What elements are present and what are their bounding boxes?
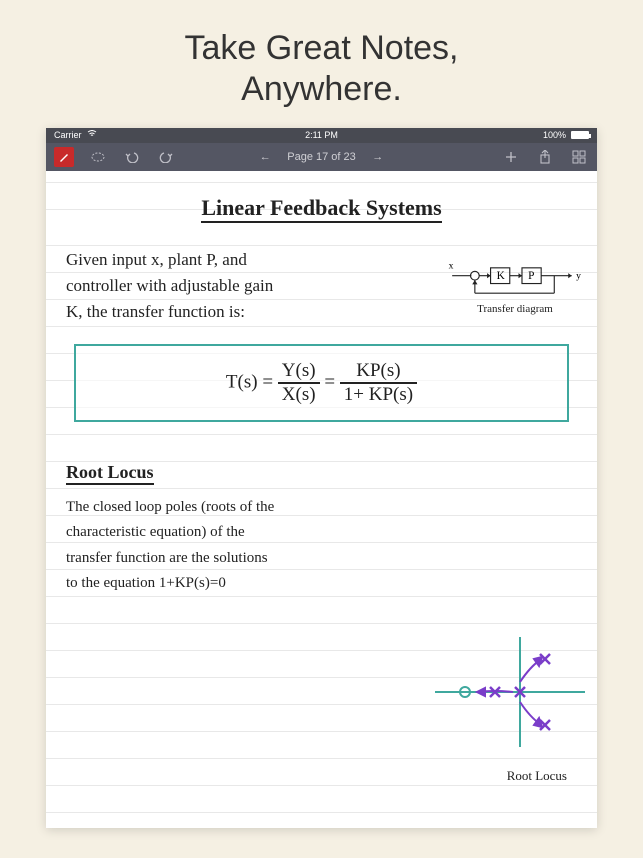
note-title: Linear Feedback Systems xyxy=(201,195,441,223)
rl-line4: to the equation 1+KP(s)=0 xyxy=(66,571,386,597)
promo-line2: Anywhere. xyxy=(0,69,643,110)
formula-rhs-num: KP(s) xyxy=(340,360,417,384)
block-diagram-svg: x K P y xyxy=(445,253,585,301)
root-locus-paragraph: The closed loop poles (roots of the char… xyxy=(66,495,386,597)
undo-button[interactable] xyxy=(122,147,142,167)
diagram-k-label: K xyxy=(497,270,506,282)
equals-sign-2: = xyxy=(324,371,339,392)
formula-box: T(s) = Y(s) X(s) = KP(s) 1+ KP(s) xyxy=(74,344,569,422)
root-locus-label: Root Locus xyxy=(507,768,567,784)
diagram-p-label: P xyxy=(528,270,534,282)
carrier-label: Carrier xyxy=(54,130,82,140)
toolbar: ← Page 17 of 23 → xyxy=(46,143,597,171)
next-page-button[interactable]: → xyxy=(368,147,388,167)
rl-line2: characteristic equation) of the xyxy=(66,520,386,546)
formula-mid-num: Y(s) xyxy=(278,360,320,384)
diagram-x-label: x xyxy=(449,260,454,271)
share-button[interactable] xyxy=(535,147,555,167)
grid-view-button[interactable] xyxy=(569,147,589,167)
pen-tool-button[interactable] xyxy=(54,147,74,167)
promo-heading: Take Great Notes, Anywhere. xyxy=(0,0,643,128)
intro-paragraph: Given input x, plant P, and controller w… xyxy=(66,247,376,326)
lasso-tool-button[interactable] xyxy=(88,147,108,167)
intro-line1: Given input x, plant P, and xyxy=(66,247,376,273)
note-canvas[interactable]: Linear Feedback Systems Given input x, p… xyxy=(46,171,597,828)
diagram-y-label: y xyxy=(576,270,581,281)
wifi-icon xyxy=(87,130,97,140)
formula-lhs: T(s) xyxy=(226,371,258,392)
prev-page-button[interactable]: ← xyxy=(255,147,275,167)
status-bar: Carrier 2:11 PM 100% xyxy=(46,128,597,143)
intro-line2: controller with adjustable gain xyxy=(66,273,376,299)
promo-line1: Take Great Notes, xyxy=(0,28,643,69)
redo-button[interactable] xyxy=(156,147,176,167)
time-label: 2:11 PM xyxy=(305,130,338,140)
device-frame: Carrier 2:11 PM 100% ← xyxy=(46,128,597,828)
battery-icon xyxy=(571,131,589,139)
page-indicator: Page 17 of 23 xyxy=(287,151,356,163)
formula-rhs-den: 1+ KP(s) xyxy=(340,384,417,406)
rl-line3: transfer function are the solutions xyxy=(66,546,386,572)
transfer-diagram-label: Transfer diagram xyxy=(445,303,585,315)
add-page-button[interactable] xyxy=(501,147,521,167)
battery-label: 100% xyxy=(543,130,566,140)
equals-sign: = xyxy=(262,371,277,392)
transfer-diagram: x K P y xyxy=(445,253,585,315)
formula-mid-den: X(s) xyxy=(278,384,320,406)
root-locus-heading: Root Locus xyxy=(66,462,154,485)
root-locus-diagram xyxy=(435,632,585,752)
intro-line3: K, the transfer function is: xyxy=(66,299,376,325)
rl-line1: The closed loop poles (roots of the xyxy=(66,495,386,521)
